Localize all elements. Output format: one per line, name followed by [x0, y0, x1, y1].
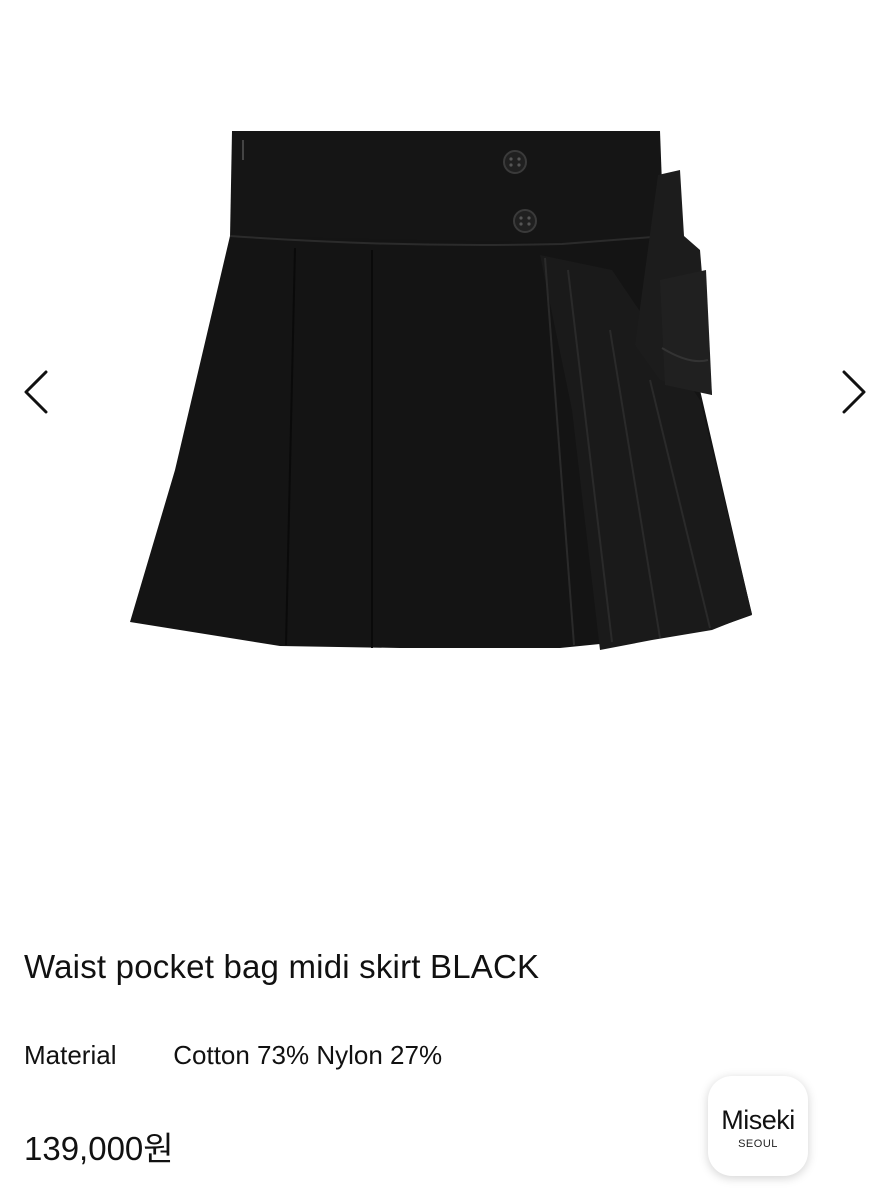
brand-subtitle: SEOUL — [738, 1138, 778, 1150]
chevron-right-icon[interactable] — [834, 360, 874, 420]
brand-badge[interactable]: Miseki SEOUL — [708, 1076, 808, 1176]
product-title: Waist pocket bag midi skirt BLACK — [24, 948, 540, 985]
brand-name: Miseki — [721, 1105, 795, 1135]
material-value: Cotton 73% Nylon 27% — [173, 1040, 443, 1070]
product-image — [130, 131, 752, 650]
product-price: 139,000원 — [24, 1130, 174, 1167]
material-row: Material Cotton 73% Nylon 27% — [24, 1040, 442, 1071]
chevron-left-icon[interactable] — [16, 360, 56, 420]
product-gallery — [0, 0, 890, 900]
material-label: Material — [24, 1040, 117, 1070]
